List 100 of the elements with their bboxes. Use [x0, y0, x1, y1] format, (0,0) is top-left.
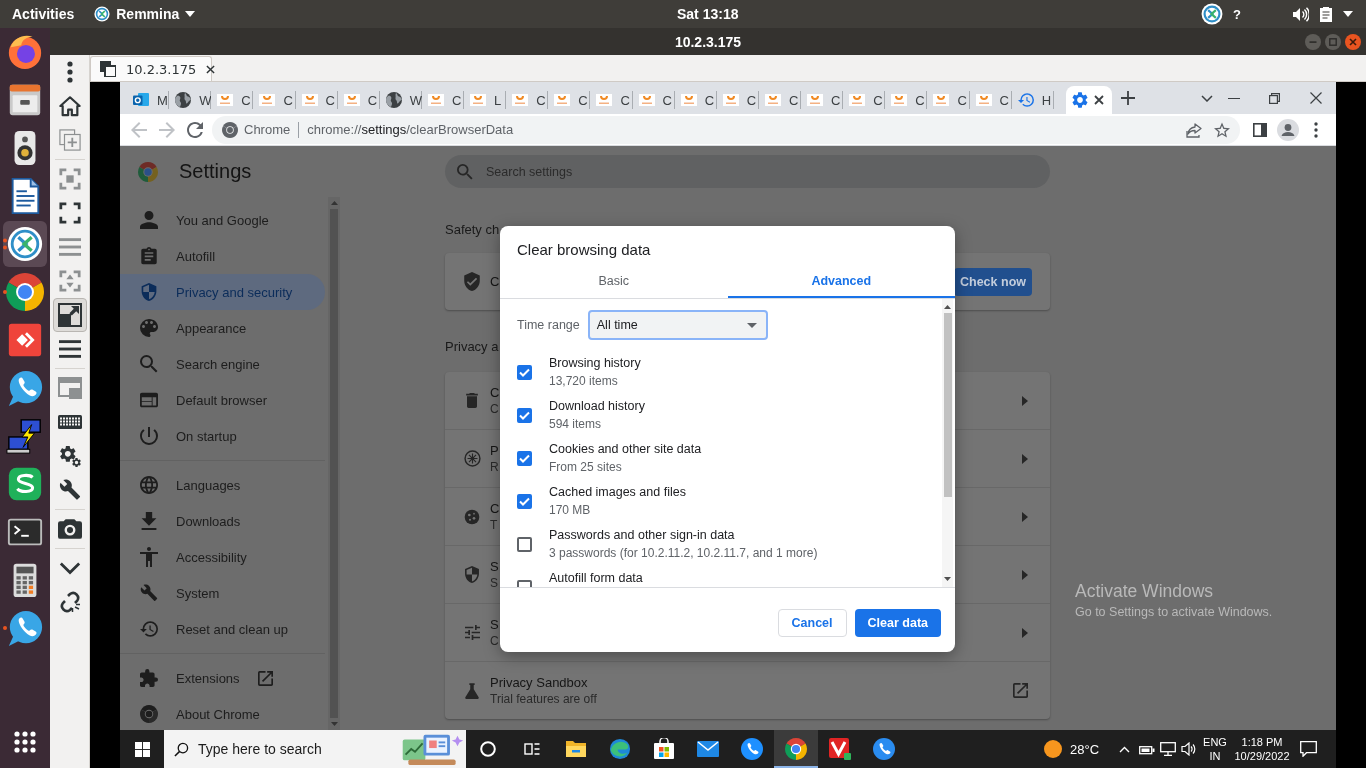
browser-tab[interactable] [1065, 86, 1112, 114]
dialog-title: Clear browsing data [516, 240, 652, 260]
caret-right-icon[interactable] [1022, 395, 1028, 406]
check-now-button[interactable]: Check now [954, 267, 1032, 296]
search-icon [457, 164, 473, 180]
url-text: chrome://settings/clearBrowserData [307, 122, 514, 137]
volume-icon[interactable] [1293, 6, 1309, 22]
checkbox[interactable] [517, 408, 532, 423]
row-title: C [490, 274, 500, 289]
reload-icon[interactable] [187, 121, 203, 138]
caret-right-icon[interactable] [1022, 627, 1028, 638]
cancel-button[interactable]: Cancel [777, 609, 847, 637]
more-options-icon[interactable] [1314, 121, 1318, 138]
site-logo-icon [849, 94, 866, 106]
caret-down-icon[interactable] [1201, 94, 1213, 102]
close-icon[interactable] [1093, 95, 1104, 105]
scrollbar[interactable] [328, 197, 340, 730]
chevron-down-icon [58, 561, 81, 575]
scrollbar-thumb[interactable] [943, 313, 952, 497]
option-detail: 3 passwords (for 10.2.11.2, 10.2.11.7, and 1 more) [549, 546, 818, 560]
site-chip[interactable]: Chrome [222, 121, 291, 138]
checkbox[interactable] [517, 451, 532, 466]
weather-button[interactable]: 28°C [1040, 730, 1112, 768]
row-title[interactable]: Privacy Sandbox [490, 675, 588, 690]
site-logo-icon [764, 94, 781, 106]
app-grid-icon[interactable] [14, 731, 36, 753]
toolbar-button[interactable] [52, 298, 87, 332]
taskbar-button[interactable] [774, 730, 818, 768]
close-icon[interactable] [206, 64, 216, 74]
caret-down-icon[interactable] [1343, 11, 1353, 17]
site-logo-icon [259, 94, 276, 106]
external-link-icon[interactable] [1013, 683, 1028, 698]
checkmark-icon [519, 454, 530, 463]
caret-right-icon[interactable] [1022, 569, 1028, 580]
row-title[interactable]: P [490, 443, 499, 458]
dialog-tab[interactable]: Basic [500, 264, 728, 298]
taskbar-clock[interactable]: 1:18 PM 10/29/2022 [1231, 730, 1293, 768]
star-icon[interactable] [1214, 121, 1230, 138]
option-title: Download history [549, 399, 645, 414]
share-icon[interactable] [1186, 121, 1202, 138]
cookie-icon [464, 508, 480, 525]
power-icon [140, 427, 158, 445]
restore-icon[interactable] [1269, 92, 1280, 104]
task-view-icon [524, 741, 540, 757]
search-field[interactable]: Search settings [445, 155, 1050, 188]
help-indicator[interactable]: ? [1233, 6, 1241, 22]
clear-data-button[interactable]: Clear data [854, 609, 941, 637]
shield-icon [140, 283, 158, 301]
connection-tab[interactable]: 10.2.3.175 [90, 56, 212, 81]
clipboard-icon[interactable] [1319, 6, 1333, 22]
minimize-icon[interactable] [1227, 97, 1240, 99]
caret-up-icon[interactable] [1118, 745, 1130, 753]
site-logo-icon [512, 94, 529, 106]
volume-icon[interactable] [1180, 742, 1197, 756]
option-title: Passwords and other sign-in data [549, 528, 735, 543]
clock[interactable]: Sat 13:18 [677, 6, 739, 22]
avatar-icon[interactable] [1277, 118, 1299, 141]
app-menu-button[interactable]: Remmina [94, 6, 196, 22]
battery-icon[interactable] [1138, 743, 1155, 755]
palette-icon [140, 319, 158, 337]
chrome-logo-icon [6, 273, 44, 311]
chrome-logo-icon [785, 738, 807, 760]
search-icon [140, 355, 158, 373]
plus-icon[interactable] [1120, 91, 1135, 105]
caret-right-icon[interactable] [1022, 511, 1028, 522]
chrome-logo-icon [138, 161, 158, 182]
dialog-tab[interactable]: Advanced [727, 264, 955, 298]
site-logo-icon [891, 94, 908, 106]
menu-icon [58, 338, 81, 360]
time-range-dropdown[interactable]: All time [587, 310, 768, 340]
side-panel-icon[interactable] [1253, 122, 1267, 137]
dock-launcher[interactable] [3, 221, 47, 267]
scroll-down-icon[interactable] [944, 577, 951, 581]
remote-desktop-icon[interactable] [1201, 3, 1224, 25]
kebab-menu-icon [65, 61, 74, 83]
windows-logo-icon[interactable] [134, 741, 150, 757]
language-indicator[interactable]: ENG IN [1199, 730, 1231, 768]
row-subtitle: C [490, 402, 499, 416]
running-dot-icon [3, 290, 7, 294]
scrollbar[interactable] [942, 299, 953, 587]
caret-right-icon[interactable] [1022, 453, 1028, 464]
site-logo-icon [807, 94, 823, 106]
checkbox[interactable] [517, 365, 532, 380]
globe-icon [175, 92, 192, 108]
address-bar[interactable]: Chrome chrome://settings/clearBrowserData [212, 115, 1240, 144]
scroll-up-icon[interactable] [944, 305, 951, 309]
site-logo-icon [427, 94, 444, 106]
checkbox[interactable] [517, 494, 532, 509]
activities-button[interactable]: Activities [12, 6, 75, 22]
site-logo-icon [343, 94, 360, 106]
close-icon[interactable] [1309, 92, 1322, 104]
shield-check-icon [464, 272, 480, 291]
checkbox[interactable] [517, 537, 532, 552]
external-link-icon [257, 670, 273, 686]
home-icon [58, 95, 81, 117]
network-icon[interactable] [1159, 742, 1176, 756]
site-logo-icon [596, 94, 613, 106]
notification-icon[interactable] [1299, 741, 1317, 757]
site-logo-icon [975, 94, 992, 106]
site-logo-icon [722, 94, 739, 106]
